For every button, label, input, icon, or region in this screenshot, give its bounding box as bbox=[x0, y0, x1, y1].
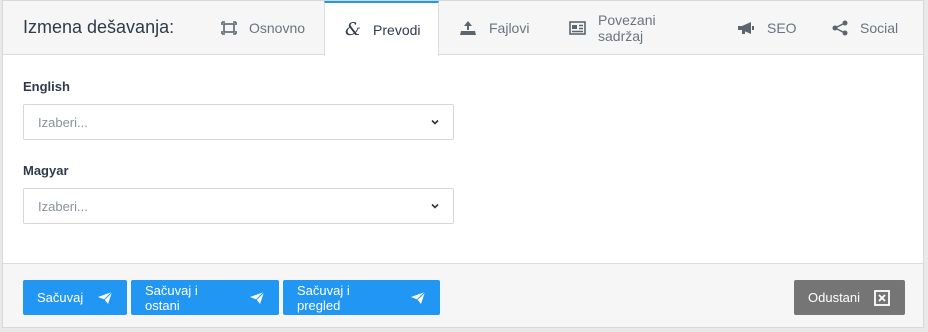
save-and-view-label: Sačuvaj i pregled bbox=[297, 282, 350, 313]
tab-label: SEO bbox=[767, 20, 797, 36]
english-select[interactable]: Izaberi... bbox=[23, 104, 454, 140]
save-button-label: Sačuvaj bbox=[37, 290, 84, 305]
magyar-select[interactable]: Izaberi... bbox=[23, 188, 454, 224]
share-icon bbox=[832, 19, 848, 37]
save-button[interactable]: Sačuvaj bbox=[23, 280, 127, 315]
ampersand-icon: & bbox=[345, 19, 362, 40]
chevron-down-icon bbox=[431, 203, 439, 209]
frame-icon bbox=[221, 19, 237, 37]
magyar-label: Magyar bbox=[23, 163, 69, 178]
edit-event-panel: Izmena dešavanja: Osnovno & Prevodi Fajl… bbox=[2, 0, 924, 328]
send-icon bbox=[97, 290, 113, 306]
chevron-down-icon bbox=[431, 119, 439, 125]
cancel-button-label: Odustani bbox=[808, 290, 861, 305]
tab-prevodi[interactable]: & Prevodi bbox=[324, 1, 439, 56]
close-box-icon bbox=[874, 289, 890, 306]
page-title: Izmena dešavanja: bbox=[23, 17, 175, 37]
english-select-placeholder: Izaberi... bbox=[38, 115, 88, 130]
tab-label: Povezani sadržaj bbox=[598, 12, 656, 44]
tab-osnovno[interactable]: Osnovno bbox=[201, 1, 324, 55]
tab-seo[interactable]: SEO bbox=[717, 1, 812, 55]
send-icon bbox=[410, 290, 426, 306]
tab-label: Osnovno bbox=[249, 20, 306, 36]
form-footer: Sačuvaj Sačuvaj i ostani Sačuvaj i pregl… bbox=[3, 263, 923, 327]
cancel-button[interactable]: Odustani bbox=[794, 280, 905, 315]
newspaper-icon bbox=[569, 19, 586, 37]
tab-social[interactable]: Social bbox=[812, 1, 916, 55]
tab-bar: Osnovno & Prevodi Fajlovi Povezani sadrž… bbox=[201, 1, 916, 56]
tab-povezani-sadrzaj[interactable]: Povezani sadržaj bbox=[549, 1, 717, 55]
english-label: English bbox=[23, 79, 70, 94]
save-and-stay-label: Sačuvaj i ostani bbox=[145, 282, 198, 313]
save-and-stay-button[interactable]: Sačuvaj i ostani bbox=[131, 280, 279, 315]
tab-label: Social bbox=[860, 20, 899, 36]
upload-icon bbox=[459, 19, 477, 37]
magyar-select-placeholder: Izaberi... bbox=[38, 199, 88, 214]
tab-label: Fajlovi bbox=[489, 20, 530, 36]
panel-header: Izmena dešavanja: Osnovno & Prevodi Fajl… bbox=[3, 1, 923, 56]
tab-fajlovi[interactable]: Fajlovi bbox=[439, 1, 549, 55]
megaphone-icon bbox=[737, 19, 755, 37]
send-icon bbox=[249, 290, 265, 306]
save-and-view-button[interactable]: Sačuvaj i pregled bbox=[283, 280, 440, 315]
tab-label: Prevodi bbox=[373, 21, 421, 38]
